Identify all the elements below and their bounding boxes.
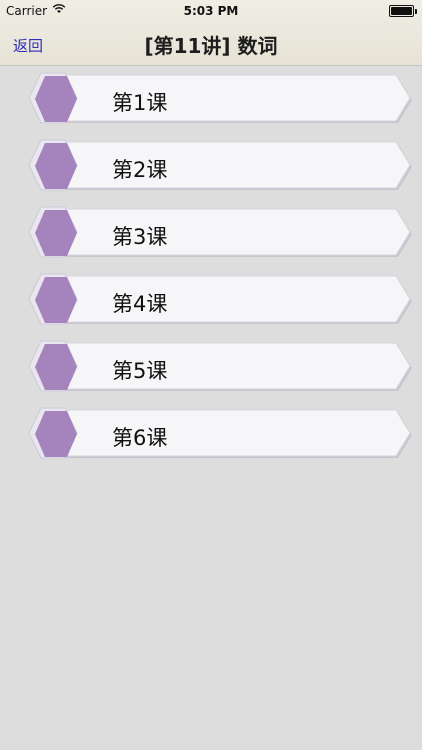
hexagon-icon	[35, 76, 77, 122]
hexagon-icon	[35, 411, 77, 457]
lesson-item[interactable]: 第1课	[28, 71, 414, 129]
hexagon-icon	[35, 277, 77, 323]
lesson-item-background	[28, 72, 412, 124]
lesson-label: 第3课	[112, 225, 168, 249]
lesson-label: 第1课	[112, 91, 168, 115]
page-title: [第11讲] 数词	[144, 34, 278, 58]
lesson-item-background	[28, 340, 412, 392]
lesson-item[interactable]: 第2课	[28, 138, 414, 196]
lesson-item[interactable]: 第5课	[28, 339, 414, 397]
lesson-label: 第6课	[112, 426, 168, 450]
hexagon-icon	[35, 210, 77, 256]
lesson-item-background	[28, 407, 412, 459]
status-bar: Carrier 5:03 PM	[0, 0, 422, 22]
hexagon-icon	[35, 344, 77, 390]
lesson-item-background	[28, 206, 412, 258]
lesson-item[interactable]: 第4课	[28, 272, 414, 330]
clock: 5:03 PM	[183, 4, 239, 18]
battery-icon	[389, 5, 417, 17]
lesson-item[interactable]: 第3课	[28, 205, 414, 263]
lesson-item[interactable]: 第6课	[28, 406, 414, 464]
lesson-item-background	[28, 273, 412, 325]
lesson-label: 第5课	[112, 359, 168, 383]
lesson-label: 第2课	[112, 158, 168, 182]
navigation-bar: Carrier 5:03 PM 返回 [第11讲] 数词	[0, 0, 422, 66]
hexagon-icon	[35, 143, 77, 189]
lesson-label: 第4课	[112, 292, 168, 316]
lesson-item-background	[28, 139, 412, 191]
